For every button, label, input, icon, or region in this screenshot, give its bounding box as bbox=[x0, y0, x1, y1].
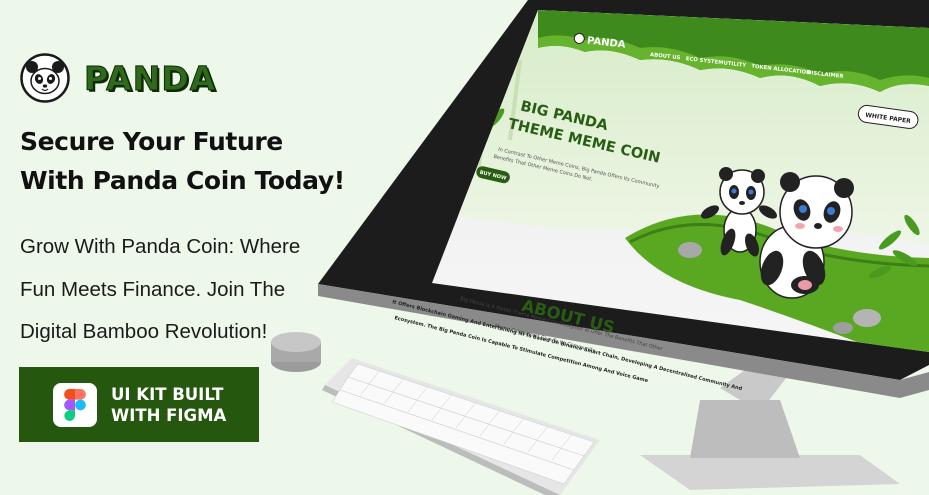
keyboard bbox=[322, 358, 600, 495]
device-mockup: PANDA ABOUT US ECO SYSTEM UTILITY TOKEN … bbox=[271, 0, 929, 495]
mouse bbox=[271, 332, 321, 372]
mockup-logo-icon bbox=[573, 33, 585, 45]
